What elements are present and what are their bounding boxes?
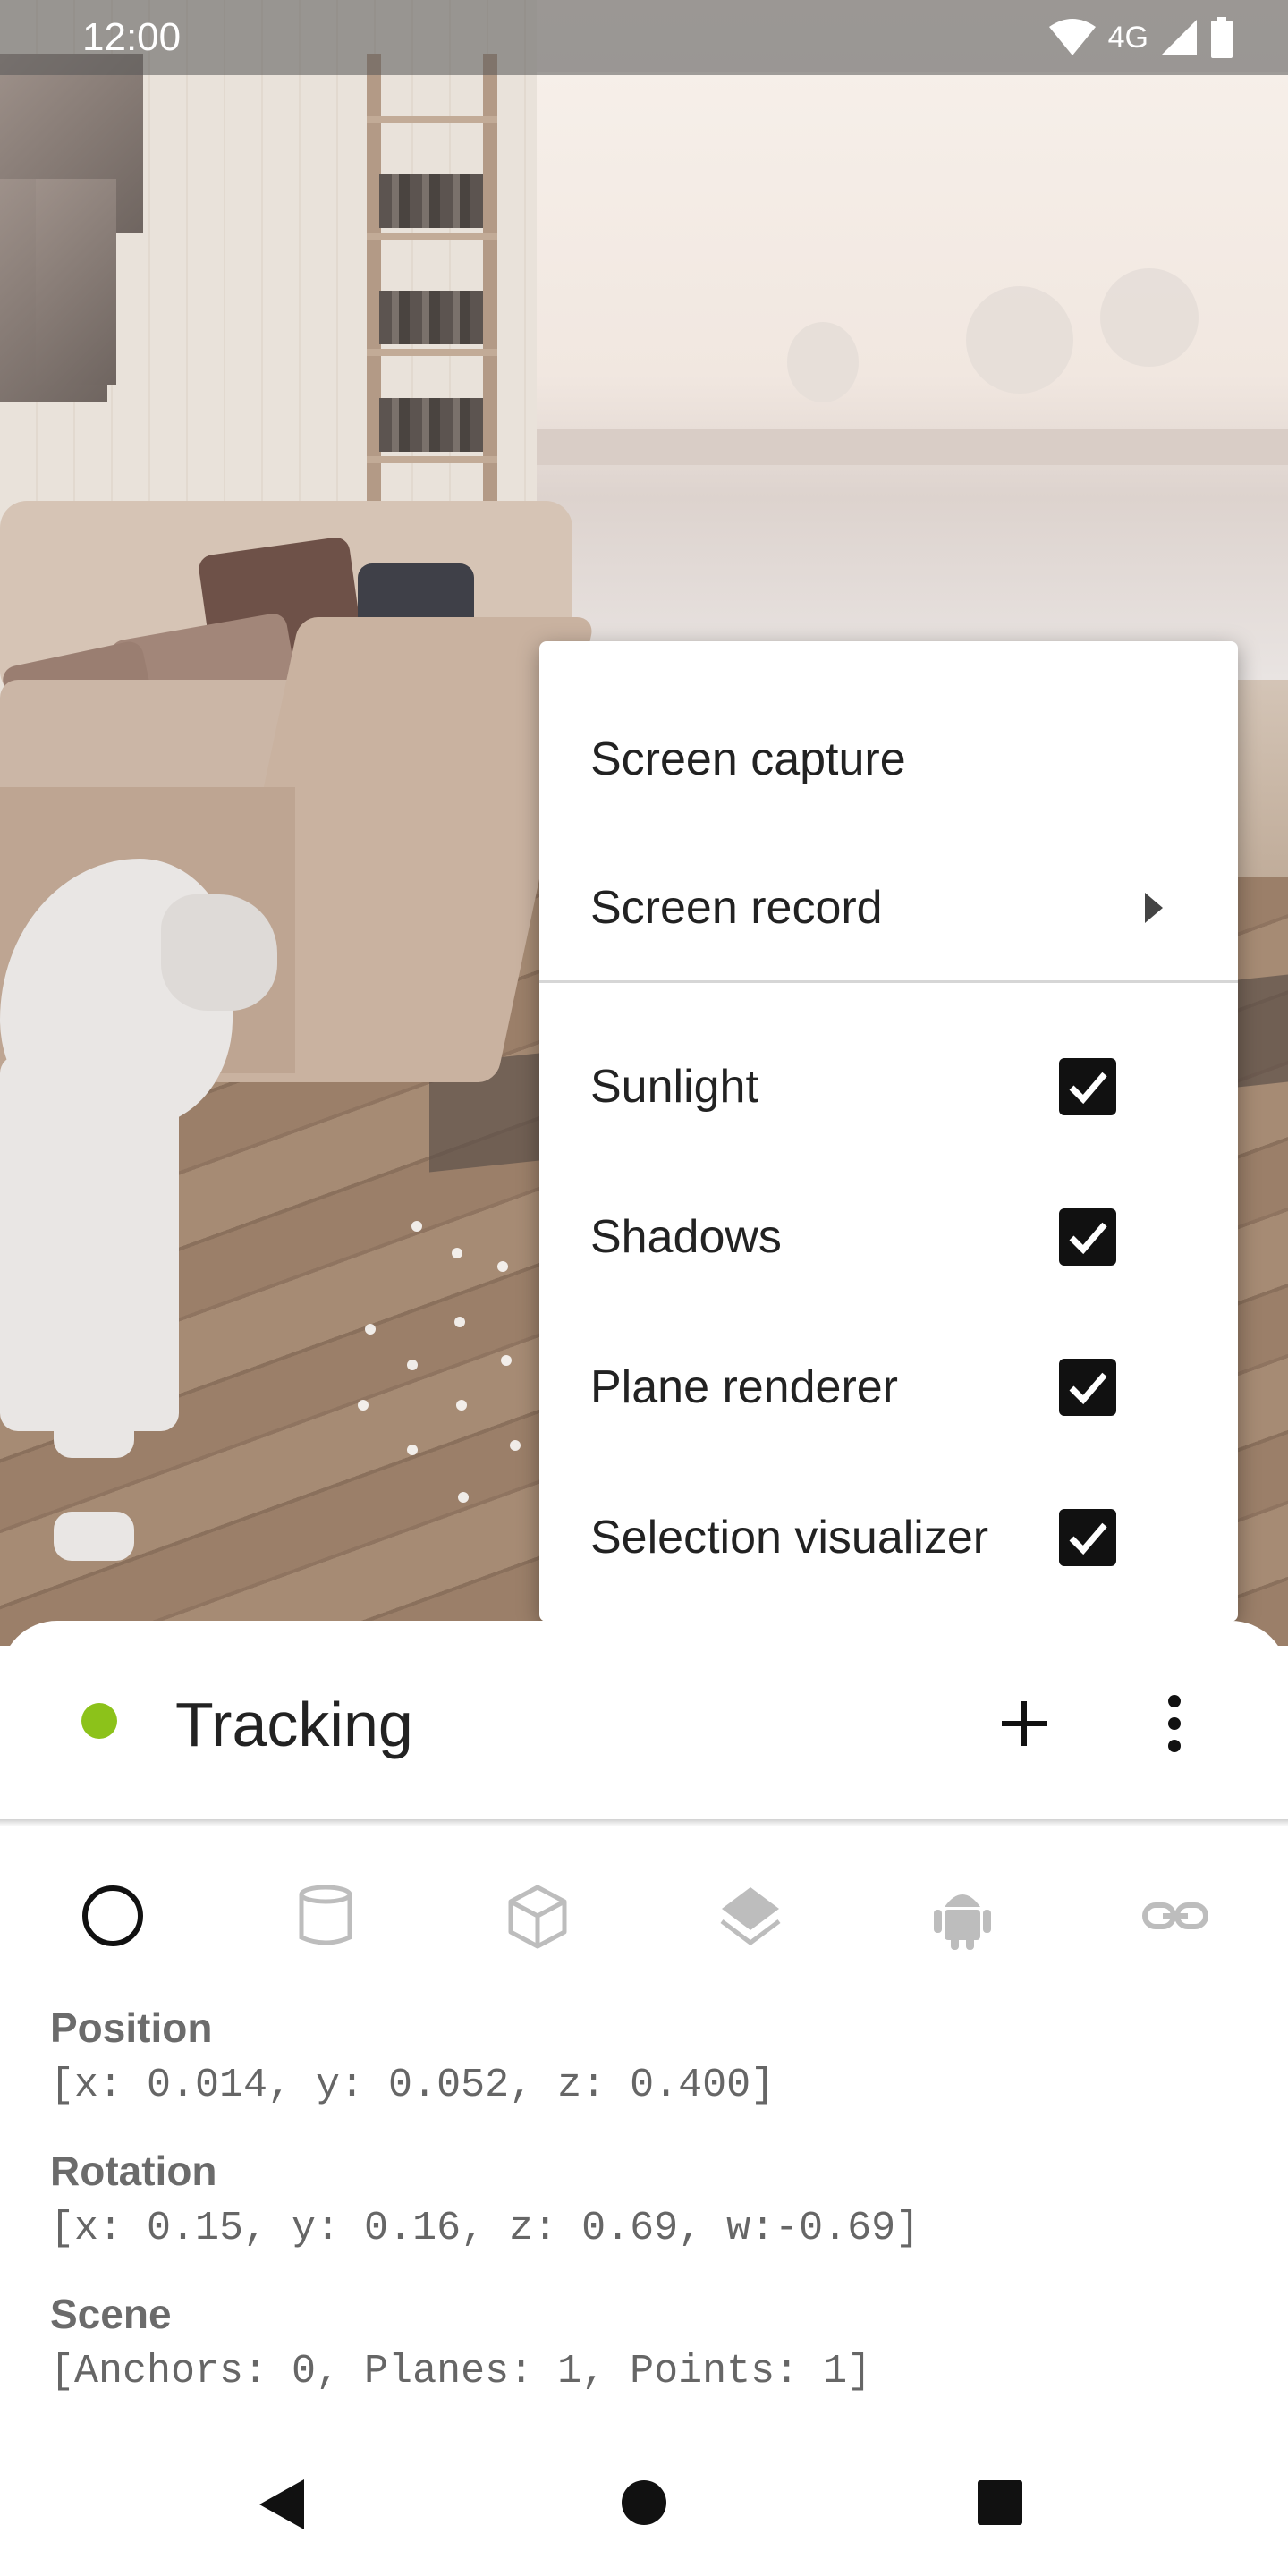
menu-item-selection-visualizer[interactable]: Selection visualizer (539, 1470, 1238, 1605)
tracking-status-indicator (81, 1703, 117, 1739)
menu-item-screen-capture[interactable]: Screen capture (539, 692, 1238, 826)
cube-icon (508, 1885, 567, 1949)
plant-decor (787, 322, 859, 402)
rotation-value: [x: 0.15, y: 0.16, z: 0.69, w:-0.69] (50, 2206, 920, 2251)
tab-android[interactable] (909, 1862, 1016, 1970)
menu-item-label: Shadows (590, 1211, 782, 1263)
cylinder-icon (299, 1885, 352, 1945)
network-type: 4G (1107, 20, 1148, 55)
sheet-header-divider (0, 1819, 1288, 1826)
menu-item-screen-record[interactable]: Screen record (539, 841, 1238, 975)
tab-cylinder[interactable] (272, 1862, 379, 1970)
plane-point (365, 1324, 376, 1335)
navigation-bar (0, 2433, 1288, 2576)
menu-item-label: Screen capture (590, 733, 906, 785)
sheet-header[interactable]: Tracking (0, 1621, 1288, 1819)
menu-item-shadows[interactable]: Shadows (539, 1170, 1238, 1304)
overflow-menu: Screen capture Screen record Sunlight Sh… (539, 641, 1238, 1622)
add-button[interactable] (984, 1683, 1064, 1764)
plus-icon (1002, 1701, 1046, 1746)
tab-sphere[interactable] (59, 1862, 166, 1970)
plane-point (411, 1221, 422, 1232)
plant-decor (1100, 268, 1199, 367)
tab-layers[interactable] (697, 1862, 804, 1970)
layers-icon (720, 1887, 781, 1946)
plane-point (456, 1400, 467, 1411)
plane-point (497, 1261, 508, 1272)
plane-point (407, 1445, 418, 1455)
android-icon (934, 1894, 991, 1950)
plane-point (510, 1440, 521, 1451)
rotation-label: Rotation (50, 2148, 217, 2194)
dog-model-ear (161, 894, 277, 1011)
menu-item-label: Plane renderer (590, 1361, 898, 1413)
books (379, 291, 483, 344)
tab-link[interactable] (1122, 1862, 1229, 1970)
books (379, 174, 483, 228)
shelf-plank (367, 349, 497, 356)
dog-model-body (0, 1055, 179, 1431)
shelf-plank (367, 456, 497, 463)
scene-value: [Anchors: 0, Planes: 1, Points: 1] (50, 2349, 872, 2394)
shelf-plank (367, 116, 497, 123)
signal-icon (1161, 20, 1197, 55)
scene-label: Scene (50, 2291, 172, 2337)
menu-item-label: Screen record (590, 882, 883, 934)
check-icon (1069, 1222, 1107, 1255)
plane-point (452, 1248, 462, 1258)
home-icon[interactable] (619, 2478, 669, 2528)
dog-model-paw (54, 1395, 134, 1458)
back-icon[interactable] (256, 2476, 309, 2533)
battery-icon (1211, 17, 1233, 58)
tracking-status-title: Tracking (175, 1690, 413, 1759)
plane-renderer-checkbox[interactable] (1059, 1359, 1116, 1416)
shelf-plank (367, 233, 497, 240)
selection-visualizer-checkbox[interactable] (1059, 1509, 1116, 1566)
menu-divider (539, 980, 1238, 983)
position-value: [x: 0.014, y: 0.052, z: 0.400] (50, 2063, 775, 2108)
menu-item-label: Selection visualizer (590, 1512, 989, 1563)
wifi-icon (1048, 19, 1096, 55)
window-sill (537, 429, 1288, 465)
plane-point (358, 1400, 369, 1411)
menu-item-plane-renderer[interactable]: Plane renderer (539, 1320, 1238, 1454)
plane-point (458, 1492, 469, 1503)
check-icon (1069, 1372, 1107, 1405)
status-time: 12:00 (82, 15, 182, 59)
menu-item-label: Sunlight (590, 1061, 758, 1113)
menu-item-sunlight[interactable]: Sunlight (539, 1020, 1238, 1154)
shadows-checkbox[interactable] (1059, 1208, 1116, 1266)
plane-point (501, 1355, 512, 1366)
window-background (537, 72, 1288, 680)
submenu-arrow-icon (1145, 893, 1163, 923)
sunlight-checkbox[interactable] (1059, 1058, 1116, 1115)
books (379, 398, 483, 452)
plane-point (454, 1317, 465, 1327)
recents-icon[interactable] (976, 2479, 1024, 2527)
tab-cube[interactable] (484, 1862, 591, 1970)
plane-point (407, 1360, 418, 1370)
dog-model-paw (54, 1512, 134, 1561)
wall-panel (36, 179, 116, 385)
circle-icon (82, 1885, 143, 1946)
more-vert-icon (1168, 1695, 1181, 1752)
position-label: Position (50, 2004, 213, 2051)
check-icon (1069, 1522, 1107, 1555)
status-bar: 12:00 4G (0, 0, 1288, 75)
link-icon (1142, 1902, 1208, 1929)
status-icons: 4G (1047, 17, 1234, 58)
check-icon (1069, 1072, 1107, 1105)
plant-decor (966, 286, 1073, 394)
more-options-button[interactable] (1134, 1683, 1215, 1764)
